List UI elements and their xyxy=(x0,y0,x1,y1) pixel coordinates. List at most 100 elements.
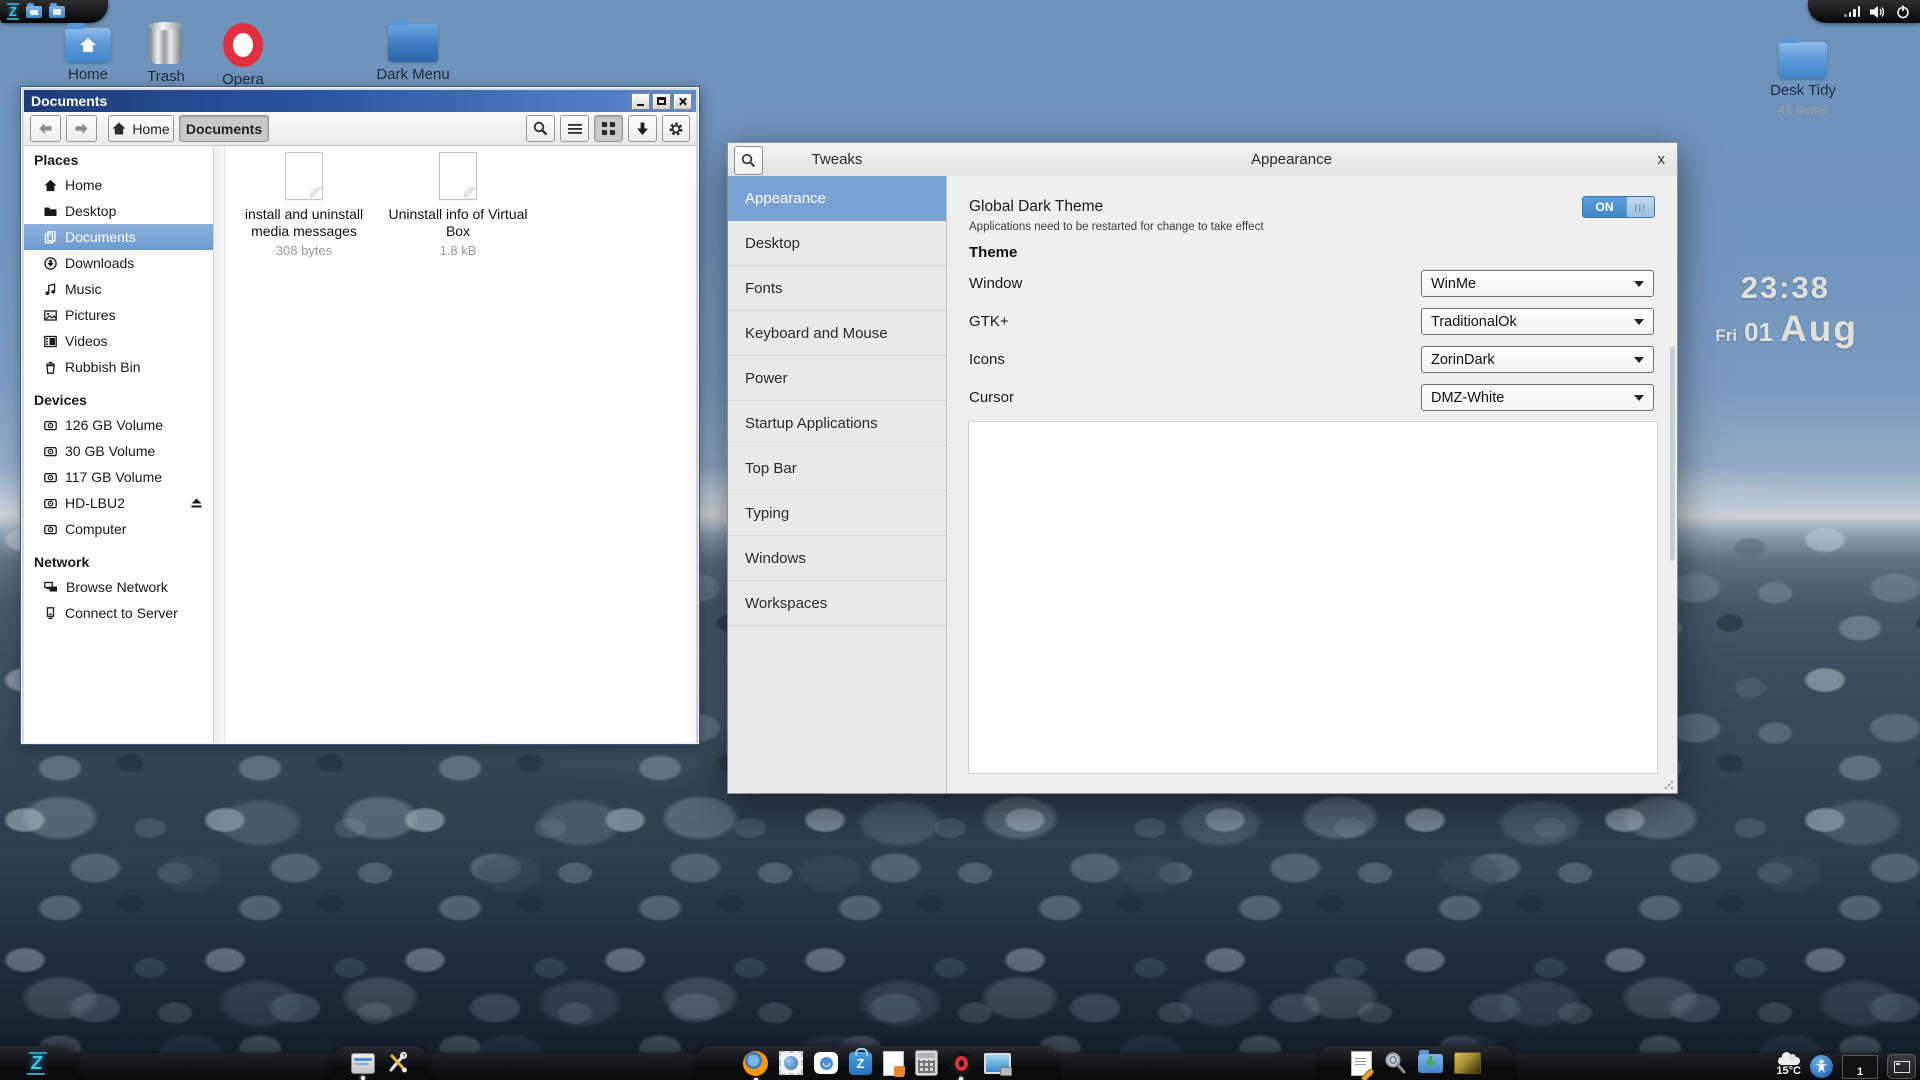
home-crumb-button[interactable]: Home xyxy=(108,115,174,142)
dropdown-value: ZorinDark xyxy=(1431,352,1495,368)
theme-section-title: Theme xyxy=(969,244,1017,261)
zorin-menu-button[interactable]: Z xyxy=(28,1052,46,1075)
maximize-button[interactable] xyxy=(652,93,671,110)
forward-button[interactable] xyxy=(66,115,97,142)
tweaks-nav-fonts[interactable]: Fonts xyxy=(728,266,946,311)
home-folder-icon[interactable] xyxy=(26,6,42,18)
tweaks-nav-top-bar[interactable]: Top Bar xyxy=(728,446,946,491)
sidebar-item-downloads[interactable]: Downloads xyxy=(24,250,213,276)
global-dark-theme-toggle[interactable]: ON xyxy=(1582,196,1655,218)
sidebar-item-computer[interactable]: Computer xyxy=(24,516,213,542)
file-manager-toolbar: Home Documents xyxy=(24,112,696,146)
icons-theme-dropdown[interactable]: ZorinDark xyxy=(1421,346,1654,373)
trash-icon xyxy=(44,361,57,374)
file-manager-launcher[interactable] xyxy=(351,1053,375,1074)
back-button[interactable] xyxy=(30,115,61,142)
file-name: install and uninstall media messages xyxy=(229,206,379,240)
sidebar-item-30gb-volume[interactable]: 30 GB Volume xyxy=(24,438,213,464)
volume-icon[interactable] xyxy=(1869,5,1887,19)
messaging-launcher[interactable] xyxy=(814,1052,838,1074)
desktop-icon-desk-tidy[interactable]: Desk Tidy 41 items xyxy=(1758,42,1848,118)
sidebar-scrollbar[interactable] xyxy=(214,146,225,743)
resize-grip[interactable] xyxy=(1664,780,1674,790)
sidebar-item-126gb-volume[interactable]: 126 GB Volume xyxy=(24,412,213,438)
tweaks-header[interactable]: Tweaks Appearance x xyxy=(728,143,1677,177)
eject-button[interactable] xyxy=(190,497,203,509)
settings-button[interactable] xyxy=(662,115,690,142)
screenshot-tool-launcher[interactable] xyxy=(984,1053,1011,1074)
power-icon[interactable] xyxy=(1896,5,1910,19)
close-button[interactable] xyxy=(673,93,692,110)
clock-day: Fri xyxy=(1715,326,1737,346)
drive-icon xyxy=(44,419,57,432)
list-view-button[interactable] xyxy=(560,115,589,142)
top-panel-right xyxy=(1808,0,1920,23)
folder-icon xyxy=(44,205,57,218)
list-view-icon xyxy=(568,123,582,135)
tweaks-nav-workspaces[interactable]: Workspaces xyxy=(728,581,946,626)
calculator-launcher[interactable] xyxy=(915,1050,938,1076)
tweaks-nav-power[interactable]: Power xyxy=(728,356,946,401)
text-editor-launcher[interactable] xyxy=(1351,1051,1372,1076)
cursor-theme-dropdown[interactable]: DMZ-White xyxy=(1421,384,1654,411)
sidebar-item-videos[interactable]: Videos xyxy=(24,328,213,354)
close-button[interactable]: x xyxy=(1658,143,1666,176)
search-tool-launcher[interactable] xyxy=(1383,1051,1407,1075)
sidebar-item-desktop[interactable]: Desktop xyxy=(24,198,213,224)
row-label: Window xyxy=(969,270,1022,297)
tweaks-nav-typing[interactable]: Typing xyxy=(728,491,946,536)
system-tools-launcher[interactable] xyxy=(386,1051,410,1075)
software-store-launcher[interactable]: Z xyxy=(849,1052,872,1075)
image-viewer-launcher[interactable] xyxy=(1454,1052,1481,1074)
gear-icon xyxy=(668,121,684,137)
desktop-icon-home[interactable]: Home xyxy=(46,28,130,83)
gtk-theme-dropdown[interactable]: TraditionalOk xyxy=(1421,308,1654,335)
dropdown-value: DMZ-White xyxy=(1431,390,1504,406)
sidebar-item-home[interactable]: Home xyxy=(24,172,213,198)
zorin-logo-icon[interactable]: Z xyxy=(7,3,19,20)
thunderbird-launcher[interactable] xyxy=(779,1051,803,1075)
desktop-icon-trash[interactable]: Trash xyxy=(124,26,208,85)
show-desktop-button[interactable] xyxy=(1887,1054,1916,1079)
firefox-launcher[interactable] xyxy=(743,1051,768,1076)
sidebar-item-hd-lbu2[interactable]: HD-LBU2 xyxy=(24,490,213,516)
cloud-icon xyxy=(1778,1057,1800,1065)
sidebar-item-music[interactable]: Music xyxy=(24,276,213,302)
tweaks-nav-windows[interactable]: Windows xyxy=(728,536,946,581)
accessibility-button[interactable] xyxy=(1810,1055,1833,1078)
tweaks-nav-keyboard-and-mouse[interactable]: Keyboard and Mouse xyxy=(728,311,946,356)
scrollbar-thumb[interactable] xyxy=(1670,346,1675,561)
tweaks-nav-appearance[interactable]: Appearance xyxy=(728,176,946,221)
weather-applet[interactable]: 15°C xyxy=(1776,1057,1801,1077)
tweaks-sidebar-title: Tweaks xyxy=(728,143,946,176)
workspace-switcher[interactable]: 1 xyxy=(1842,1055,1878,1079)
taskbar-tray: 15°C 1 xyxy=(1776,1053,1918,1080)
file-item[interactable]: Uninstall info of Virtual Box 1.8 kB xyxy=(383,152,533,258)
search-button[interactable] xyxy=(526,115,555,142)
sidebar-item-browse-network[interactable]: Browse Network xyxy=(24,574,213,600)
download-button[interactable] xyxy=(628,115,657,142)
opera-launcher[interactable] xyxy=(949,1051,973,1075)
file-manager-titlebar[interactable]: Documents xyxy=(24,90,696,112)
tweaks-nav-desktop[interactable]: Desktop xyxy=(728,221,946,266)
file-item[interactable]: install and uninstall media messages 308… xyxy=(229,152,379,258)
sidebar-item-rubbish-bin[interactable]: Rubbish Bin xyxy=(24,354,213,380)
minimize-button[interactable] xyxy=(631,93,650,110)
sidebar-item-connect-to-server[interactable]: Connect to Server xyxy=(24,600,213,626)
grid-view-button[interactable] xyxy=(594,115,623,142)
sidebar-item-117gb-volume[interactable]: 117 GB Volume xyxy=(24,464,213,490)
sidebar-item-pictures[interactable]: Pictures xyxy=(24,302,213,328)
desktop-icon-opera[interactable]: Opera xyxy=(201,23,285,88)
person-icon xyxy=(1815,1059,1828,1074)
sidebar-item-documents[interactable]: Documents xyxy=(24,224,213,250)
taskbar-island-utilities xyxy=(1318,1046,1514,1080)
running-indicator xyxy=(361,1076,365,1080)
libreoffice-launcher[interactable] xyxy=(883,1051,904,1076)
tweaks-nav-startup-applications[interactable]: Startup Applications xyxy=(728,401,946,446)
downloads-folder-launcher[interactable] xyxy=(1418,1054,1443,1073)
eject-icon xyxy=(190,497,203,509)
signal-strength-icon[interactable] xyxy=(1844,6,1860,17)
window-theme-dropdown[interactable]: WinMe xyxy=(1421,270,1654,297)
documents-folder-icon[interactable] xyxy=(49,6,65,18)
documents-crumb-button[interactable]: Documents xyxy=(179,115,269,142)
